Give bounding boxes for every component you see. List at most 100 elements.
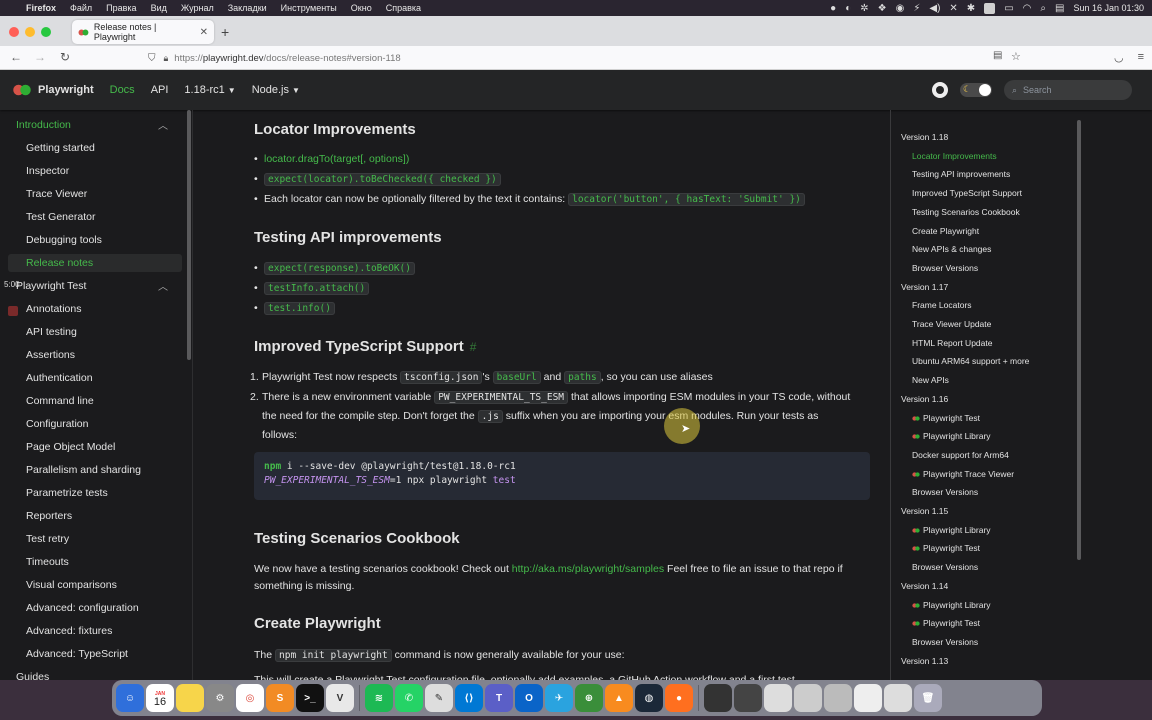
link-samples[interactable]: http://aka.ms/playwright/samples [512,563,664,575]
chevron-up-icon[interactable]: ︿ [158,278,168,293]
sidebar-item-page-object-model[interactable]: Page Object Model [26,438,115,456]
sidebar-item-debugging-tools[interactable]: Debugging tools [26,231,102,249]
toc-item[interactable]: Playwright Test [912,413,980,423]
sidebar-item-parallelism[interactable]: Parallelism and sharding [26,461,141,479]
toc-item[interactable]: New APIs & changes [912,244,991,254]
site-brand[interactable]: Playwright [12,83,94,97]
toc-version[interactable]: Version 1.15 [901,506,948,516]
minimize-window-button[interactable] [25,27,35,37]
github-icon[interactable] [932,82,948,98]
nav-api[interactable]: API [151,84,169,96]
sidebar-item-visual-comparisons[interactable]: Visual comparisons [26,576,117,594]
sidebar-item-release-notes[interactable]: Release notes [26,254,93,272]
sidebar-item-inspector[interactable]: Inspector [26,162,69,180]
menu-file[interactable]: Файл [70,3,92,13]
tab-close-icon[interactable]: ✕ [200,27,208,38]
window-thumb-4[interactable] [794,684,822,712]
wifi-icon[interactable]: ◠ [1023,3,1032,14]
toc-item[interactable]: Browser Versions [912,562,978,572]
terminal-icon[interactable]: >_ [296,684,324,712]
nav-language-dropdown[interactable]: Node.js ▼ [252,84,300,96]
notes-icon[interactable] [176,684,204,712]
toc-item[interactable]: Improved TypeScript Support [912,188,1022,198]
sidebar-item-trace-viewer[interactable]: Trace Viewer [26,185,87,203]
sidebar-scrollbar[interactable] [187,110,191,360]
sidebar-item-reporters[interactable]: Reporters [26,507,72,525]
calendar-icon[interactable]: JAN 16 [146,684,174,712]
gear-icon[interactable]: ✲ [860,3,868,14]
status-icon-2[interactable]: ◐ [845,3,851,14]
search-input[interactable]: ⌕ Search [1004,80,1132,100]
finder-icon[interactable]: ☺ [116,684,144,712]
toc-item[interactable]: Browser Versions [912,487,978,497]
menu-view[interactable]: Вид [151,3,167,13]
vscode-icon[interactable]: ⟨⟩ [455,684,483,712]
forward-arrow-icon[interactable]: → [34,50,46,64]
status-icon-1[interactable]: ● [830,3,836,14]
menu-edit[interactable]: Правка [106,3,136,13]
toc-item[interactable]: New APIs [912,375,949,385]
chevron-up-icon[interactable]: ︿ [158,117,168,132]
theme-toggle[interactable]: ☾ [960,83,992,97]
toc-item[interactable]: Playwright Trace Viewer [912,469,1014,479]
sidebar-category-introduction[interactable]: Introduction [16,116,71,134]
system-preferences-icon[interactable]: ⚙ [206,684,234,712]
spotify-icon[interactable]: ≋ [365,684,393,712]
sidebar-item-assertions[interactable]: Assertions [26,346,75,364]
code-testinfo-attach[interactable]: testInfo.attach() [264,282,370,295]
control-center-icon[interactable]: ▤ [1055,3,1064,14]
toc-item[interactable]: Frame Locators [912,300,972,310]
menu-bookmarks[interactable]: Закладки [228,3,267,13]
input-source-icon[interactable] [984,2,996,14]
status-icon-6[interactable]: ✕ [949,3,957,14]
toc-item[interactable]: Playwright Library [912,600,991,610]
code-tobechecked[interactable]: expect(locator).toBeChecked({ checked }) [264,173,501,186]
sidebar-item-timeouts[interactable]: Timeouts [26,553,69,571]
nav-docs[interactable]: Docs [110,84,135,96]
window-thumb-2[interactable] [734,684,762,712]
app-icon-tool[interactable]: ✎ [425,684,453,712]
sidebar-category-guides[interactable]: Guides [16,668,49,680]
toc-item[interactable]: Browser Versions [912,637,978,647]
toc-item[interactable]: Playwright Library [912,431,991,441]
anchor-hash-link[interactable]: # [470,340,477,354]
bluetooth-icon[interactable]: ✱ [967,3,975,14]
sidebar-item-advanced-configuration[interactable]: Advanced: configuration [26,599,139,617]
window-thumb-3[interactable] [764,684,792,712]
toc-item[interactable]: Ubuntu ARM64 support + more [912,356,1029,366]
browser-tab[interactable]: Release notes | Playwright ✕ [72,20,214,44]
pocket-icon[interactable]: ◡ [1114,51,1124,64]
toc-version[interactable]: Version 1.14 [901,581,948,591]
sidebar-item-parametrize-tests[interactable]: Parametrize tests [26,484,108,502]
toc-item[interactable]: Locator Improvements [912,151,997,161]
window-thumb-7[interactable] [884,684,912,712]
menubar-clock[interactable]: Sun 16 Jan 01:30 [1073,3,1144,13]
tracking-shield-icon[interactable]: ⛉ [148,53,156,64]
telegram-icon[interactable]: ✈ [545,684,573,712]
chrome-icon[interactable]: ◎ [236,684,264,712]
toc-version[interactable]: Version 1.18 [901,132,948,142]
sidebar-item-test-retry[interactable]: Test retry [26,530,69,548]
window-thumb-6[interactable] [854,684,882,712]
back-arrow-icon[interactable]: ← [10,50,22,64]
sidebar-item-api-testing[interactable]: API testing [26,323,77,341]
volume-icon[interactable]: ◀) [929,3,940,14]
sidebar-item-test-generator[interactable]: Test Generator [26,208,95,226]
zoom-window-button[interactable] [41,27,51,37]
sidebar-item-configuration[interactable]: Configuration [26,415,88,433]
toc-item[interactable]: Testing Scenarios Cookbook [912,207,1020,217]
menu-icon[interactable]: ≡ [1138,51,1144,64]
lock-icon[interactable]: 🔒︎ [164,53,169,64]
toc-item[interactable]: HTML Report Update [912,338,992,348]
sidebar-item-command-line[interactable]: Command line [26,392,94,410]
app-icon-network[interactable]: ⊕ [575,684,603,712]
toc-item[interactable]: Playwright Test [912,618,980,628]
menu-history[interactable]: Журнал [181,3,214,13]
status-icon-5[interactable]: ⚡ [913,3,920,14]
battery-icon[interactable]: ▭ [1004,3,1013,14]
sidebar-item-advanced-typescript[interactable]: Advanced: TypeScript [26,645,128,663]
teams-icon[interactable]: T [485,684,513,712]
menu-app-name[interactable]: Firefox [26,3,56,13]
sidebar-item-getting-started[interactable]: Getting started [26,139,95,157]
link-locator-dragto[interactable]: locator.dragTo(target[, options]) [264,153,409,165]
